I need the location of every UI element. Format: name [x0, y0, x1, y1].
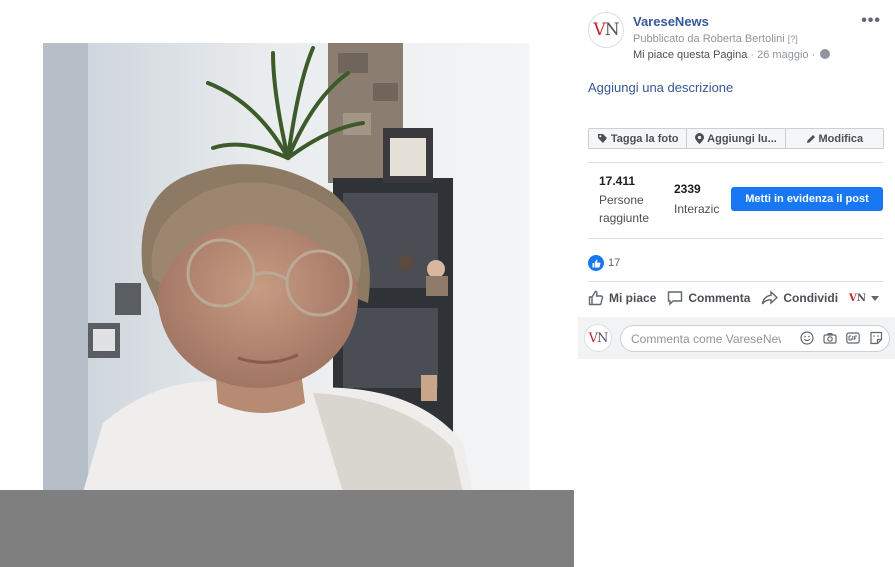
globe-icon[interactable]: [820, 49, 831, 59]
post-meta: Mi piace questa Pagina · 26 maggio ·: [633, 49, 831, 61]
thumbs-up-outline-icon: [588, 290, 604, 306]
post-actions: Mi piace Commenta Condividi VN: [588, 290, 884, 306]
meta-separator-2: ·: [808, 49, 819, 61]
published-help-link[interactable]: [?]: [788, 34, 798, 44]
add-location-label: Aggiungi lu...: [707, 132, 777, 145]
emoji-glyph: [800, 331, 814, 345]
thumbs-up-icon: [592, 259, 600, 267]
more-options-icon[interactable]: •••: [861, 12, 881, 30]
interactions-label: Interazic: [674, 202, 720, 216]
comment-input-wrapper: [620, 325, 890, 352]
comment-tools: [800, 331, 883, 345]
post-as-selector[interactable]: VN: [849, 293, 879, 304]
post-as-avatar-letter-n: N: [856, 292, 866, 304]
emoji-icon[interactable]: [800, 331, 814, 345]
reactions-count: 17: [608, 257, 621, 269]
reach-label-line-2: raggiunte: [599, 211, 650, 225]
gif-icon[interactable]: [846, 331, 860, 345]
commenter-avatar: VN: [584, 324, 612, 352]
edit-label: Modifica: [818, 132, 864, 145]
add-location-button[interactable]: Aggiungi lu...: [687, 129, 786, 148]
post-photo-image: [43, 43, 529, 492]
published-by: Pubblicato da Roberta Bertolini [?]: [633, 33, 798, 45]
like-page-link[interactable]: Mi piace questa Pagina: [633, 49, 747, 61]
like-label: Mi piace: [609, 291, 657, 305]
tag-photo-button[interactable]: Tagga la foto: [589, 129, 688, 148]
divider: [588, 238, 883, 239]
share-arrow-icon: [762, 290, 779, 305]
like-reaction-icon: [588, 255, 604, 271]
page-avatar-letter-v: V: [593, 20, 605, 40]
tag-icon: [597, 134, 607, 143]
location-pin-icon: [695, 133, 705, 144]
edit-button[interactable]: Modifica: [786, 129, 883, 148]
meta-separator: ·: [747, 49, 758, 61]
pencil-icon: [806, 134, 815, 143]
add-description-link[interactable]: Aggiungi una descrizione: [588, 80, 733, 95]
comment-button[interactable]: Commenta: [667, 290, 750, 306]
camera-glyph: [823, 333, 837, 344]
share-button[interactable]: Condividi: [761, 290, 838, 306]
reach-label: Persone raggiunte: [599, 191, 649, 227]
reach-label-line-1: Persone: [599, 193, 644, 207]
post-panel: VN VareseNews Pubblicato da Roberta Bert…: [574, 0, 895, 567]
viewer-bottom-bar: [0, 490, 574, 567]
tag-photo-label: Tagga la foto: [610, 132, 679, 145]
post-photo[interactable]: [43, 43, 529, 492]
commenter-avatar-letter-v: V: [588, 330, 598, 346]
caret-down-icon: [870, 295, 879, 301]
page-avatar[interactable]: VN: [588, 12, 624, 48]
post-as-avatar-letter-v: V: [849, 292, 857, 304]
boost-post-button[interactable]: Metti in evidenza il post: [731, 187, 883, 211]
post-date[interactable]: 26 maggio: [757, 49, 808, 61]
sticker-icon[interactable]: [869, 331, 883, 345]
divider: [588, 281, 883, 282]
reactions-summary[interactable]: 17: [588, 255, 620, 271]
like-button[interactable]: Mi piace: [588, 290, 656, 306]
comment-composer: VN: [578, 317, 895, 359]
share-label: Condividi: [783, 291, 839, 305]
photo-toolbar: Tagga la foto Aggiungi lu... Modifica: [588, 128, 884, 149]
photo-viewer: [0, 0, 574, 567]
interactions-value: 2339: [674, 182, 701, 196]
camera-icon[interactable]: [823, 331, 837, 345]
comment-input[interactable]: [631, 331, 781, 346]
sticker-glyph: [870, 331, 883, 345]
page-name-link[interactable]: VareseNews: [633, 14, 709, 29]
gif-glyph: [846, 332, 860, 344]
commenter-avatar-letter-n: N: [597, 330, 608, 346]
reach-value: 17.411: [599, 174, 636, 188]
comment-icon: [668, 291, 683, 306]
published-by-text: Pubblicato da Roberta Bertolini: [633, 33, 785, 45]
comment-label: Commenta: [688, 291, 751, 305]
page-avatar-letter-n: N: [604, 20, 620, 40]
divider: [588, 162, 883, 163]
post-as-avatar: VN: [849, 293, 866, 304]
